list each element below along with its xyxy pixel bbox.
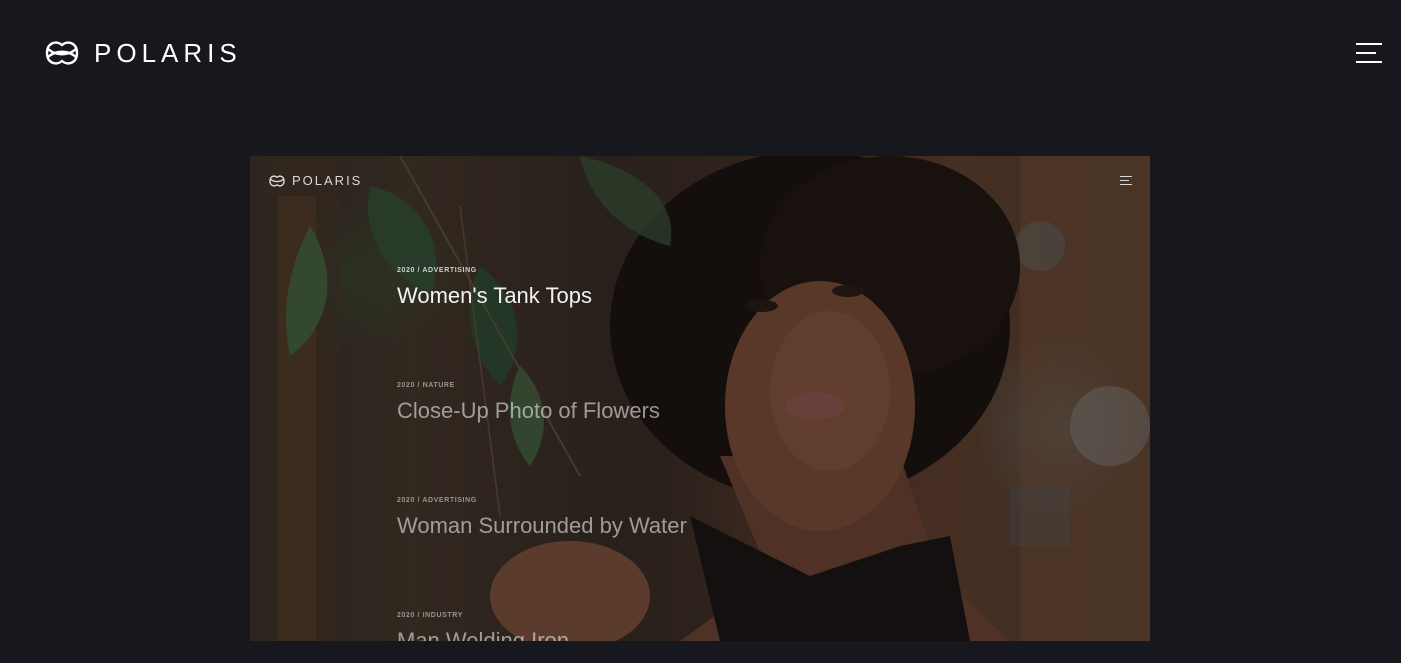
preview-hamburger-menu-icon <box>1120 176 1132 186</box>
preview-overlay <box>250 156 1150 641</box>
brand-name: POLARIS <box>94 38 242 68</box>
project-title: Man Welding Iron <box>397 628 570 641</box>
project-meta: 2020 / NATURE <box>397 382 455 389</box>
project-item[interactable]: 2020 / INDUSTRY Man Welding Iron <box>397 611 569 641</box>
project-meta: 2020 / ADVERTISING <box>397 267 477 274</box>
preview-brand-logo: POLARIS <box>268 173 362 188</box>
project-title: Women's Tank Tops <box>397 283 592 308</box>
brand-logo[interactable]: POLARIS <box>44 38 242 68</box>
portfolio-preview-image[interactable]: POLARIS 2020 / ADVERTISING Women's Tank … <box>250 156 1150 641</box>
project-item[interactable]: 2020 / ADVERTISING Woman Surrounded by W… <box>397 496 687 539</box>
page: POLARIS POLARIS 2020 / ADVERTISING Women… <box>0 0 1401 663</box>
polaris-logo-icon <box>269 174 285 187</box>
project-meta: 2020 / ADVERTISING <box>397 497 477 504</box>
site-header: POLARIS <box>0 0 1401 106</box>
project-item[interactable]: 2020 / NATURE Close-Up Photo of Flowers <box>397 381 660 424</box>
hamburger-menu-icon[interactable] <box>1356 43 1384 65</box>
polaris-logo-icon <box>45 41 79 65</box>
project-title: Woman Surrounded by Water <box>397 513 687 538</box>
project-item[interactable]: 2020 / ADVERTISING Women's Tank Tops <box>397 266 592 309</box>
project-title: Close-Up Photo of Flowers <box>397 398 660 423</box>
project-meta: 2020 / INDUSTRY <box>397 612 463 619</box>
preview-brand-name: POLARIS <box>292 173 363 188</box>
